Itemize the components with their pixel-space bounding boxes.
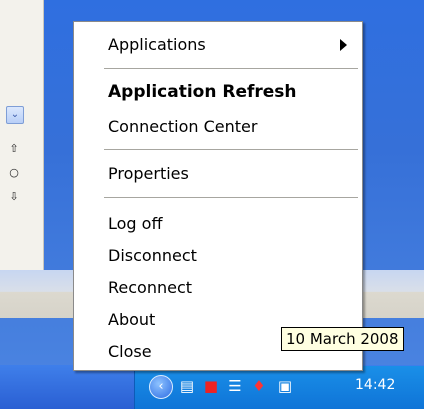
menu-item-close[interactable]: Close [108, 340, 152, 364]
tray-context-menu: Applications Application Refresh Connect… [73, 21, 363, 371]
menu-item-properties[interactable]: Properties [108, 162, 189, 186]
clock-time[interactable]: 14:42 [355, 377, 395, 393]
menu-item-applications[interactable]: Applications [108, 33, 206, 57]
chevron-down-icon[interactable]: ⌄ [6, 106, 24, 124]
citrix-receiver-icon[interactable]: ■ [201, 376, 221, 396]
background-window-panel: ⌄ ⇧ ○ ⇩ [0, 0, 44, 270]
security-icon[interactable]: ♦ [249, 376, 269, 396]
shield-icon[interactable]: ☰ [225, 376, 245, 396]
move-up-icon[interactable]: ⇧ [8, 142, 20, 155]
menu-item-reconnect[interactable]: Reconnect [108, 276, 192, 300]
menu-item-connection-center[interactable]: Connection Center [108, 115, 257, 139]
menu-item-log-off[interactable]: Log off [108, 212, 162, 236]
menu-item-disconnect[interactable]: Disconnect [108, 244, 197, 268]
computer-network-icon[interactable]: ▣ [275, 376, 295, 396]
move-down-icon[interactable]: ⇩ [8, 190, 20, 203]
circle-icon[interactable]: ○ [8, 166, 20, 179]
menu-separator [104, 149, 358, 151]
menu-separator [104, 197, 358, 199]
date-tooltip: 10 March 2008 [281, 327, 404, 351]
show-hidden-icons-chevron-icon[interactable]: ‹ [149, 375, 173, 399]
system-tray: ‹ ▤ ■ ☰ ♦ ▣ 14:42 [134, 366, 424, 409]
menu-item-about[interactable]: About [108, 308, 155, 332]
submenu-arrow-icon [340, 39, 347, 51]
menu-separator [104, 68, 358, 70]
menu-item-application-refresh[interactable]: Application Refresh [108, 80, 297, 104]
network-icon[interactable]: ▤ [177, 376, 197, 396]
